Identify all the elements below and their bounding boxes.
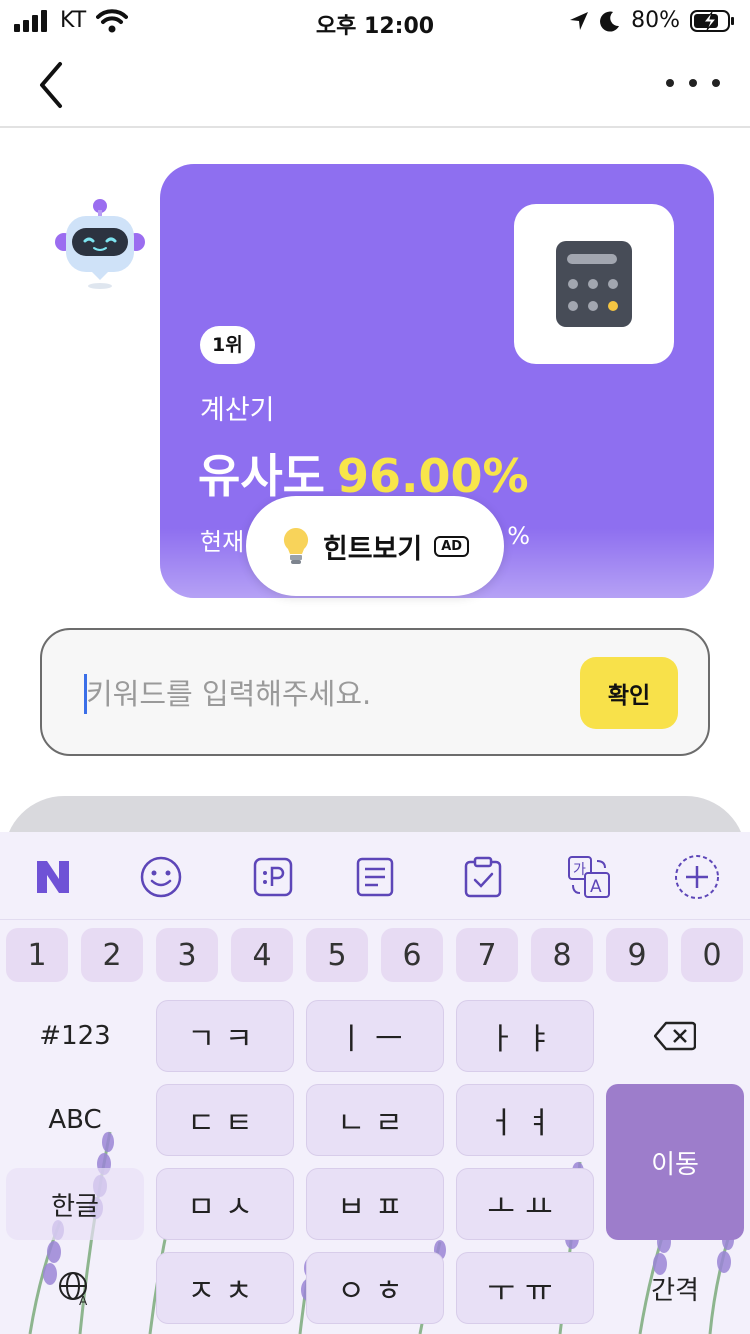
key-digeut[interactable]: ㄷㅌ (156, 1084, 294, 1156)
rank-badge: 1위 (200, 326, 255, 364)
app-name: 계산기 (200, 395, 275, 426)
key-ieung[interactable]: ㅇㅎ (306, 1252, 444, 1324)
emoji-icon[interactable] (134, 850, 188, 904)
key-giyeok[interactable]: ㄱㅋ (156, 1000, 294, 1072)
key-symbols[interactable]: #123 (6, 1000, 144, 1072)
ad-badge: AD (434, 535, 470, 557)
key-nieun[interactable]: ㄴㄹ (306, 1084, 444, 1156)
similarity-value: 96.00% (336, 449, 529, 503)
robot-icon (55, 199, 145, 289)
globe-icon: A (59, 1272, 88, 1306)
key-hangul[interactable]: 한글 (6, 1168, 144, 1240)
back-button[interactable] (30, 60, 74, 110)
key-u-yu[interactable]: ㅜㅠ (456, 1252, 594, 1324)
naver-n-icon[interactable] (26, 850, 80, 904)
moon-icon (600, 11, 620, 32)
key-number[interactable]: 6 (381, 928, 443, 982)
confirm-button[interactable]: 확인 (580, 657, 678, 729)
key-o-yo[interactable]: ㅗㅛ (456, 1168, 594, 1240)
battery-percent: 80% (631, 8, 680, 33)
key-number[interactable]: 2 (81, 928, 143, 982)
key-number[interactable]: 0 (681, 928, 743, 982)
translate-icon[interactable]: 가A (562, 850, 616, 904)
key-number[interactable]: 4 (231, 928, 293, 982)
key-number[interactable]: 9 (606, 928, 668, 982)
language-key[interactable]: A (6, 1252, 144, 1324)
svg-text:A: A (79, 1294, 88, 1306)
more-options-button[interactable] (666, 68, 720, 98)
memo-icon[interactable] (348, 850, 402, 904)
keyword-input[interactable] (86, 666, 566, 722)
key-number[interactable]: 3 (156, 928, 218, 982)
location-arrow-icon (570, 11, 589, 30)
chevron-left-icon (40, 62, 62, 108)
key-mieum[interactable]: ㅁㅅ (156, 1168, 294, 1240)
similarity-label: 유사도 (198, 449, 325, 503)
key-number[interactable]: 8 (531, 928, 593, 982)
current-suffix: % (507, 522, 530, 550)
key-number[interactable]: 5 (306, 928, 368, 982)
hint-button[interactable]: 힌트보기 AD (246, 496, 504, 596)
status-bar: KT 오후 12:00 80% (0, 0, 750, 44)
nav-bar (0, 44, 750, 128)
more-dot-icon (666, 79, 674, 87)
more-dot-icon (689, 79, 697, 87)
key-number[interactable]: 7 (456, 928, 518, 982)
robot-avatar (54, 194, 146, 290)
add-icon[interactable] (670, 850, 724, 904)
key-abc[interactable]: ABC (6, 1084, 144, 1156)
key-eo-yeo[interactable]: ㅓㅕ (456, 1084, 594, 1156)
lightbulb-icon (283, 527, 308, 564)
space-key[interactable]: 간격 (606, 1252, 744, 1324)
key-number[interactable]: 1 (6, 928, 68, 982)
keyboard-toolbar: 가A (0, 832, 750, 920)
calculator-icon (556, 241, 632, 327)
more-dot-icon (712, 79, 720, 87)
key-bieup[interactable]: ㅂㅍ (306, 1168, 444, 1240)
backspace-key[interactable] (606, 1000, 744, 1072)
backspace-icon (654, 1021, 696, 1051)
app-icon-box (514, 204, 674, 364)
key-jieut[interactable]: ㅈㅊ (156, 1252, 294, 1324)
hint-label: 힌트보기 (322, 533, 423, 565)
svg-text:A: A (590, 877, 602, 897)
current-label: 현재 (200, 528, 245, 556)
clipboard-icon[interactable] (456, 850, 510, 904)
battery-charging-icon (690, 9, 734, 32)
keyword-input-box: 확인 (40, 628, 710, 756)
move-key[interactable]: 이동 (606, 1084, 744, 1240)
key-i-eu[interactable]: ㅣㅡ (306, 1000, 444, 1072)
key-a-ya[interactable]: ㅏㅑ (456, 1000, 594, 1072)
keyboard: 가A 1 2 3 4 5 6 7 8 9 0 #123 ㄱㅋ ㅣㅡ ㅏㅑ ABC… (0, 832, 750, 1334)
sticker-icon[interactable] (246, 850, 300, 904)
